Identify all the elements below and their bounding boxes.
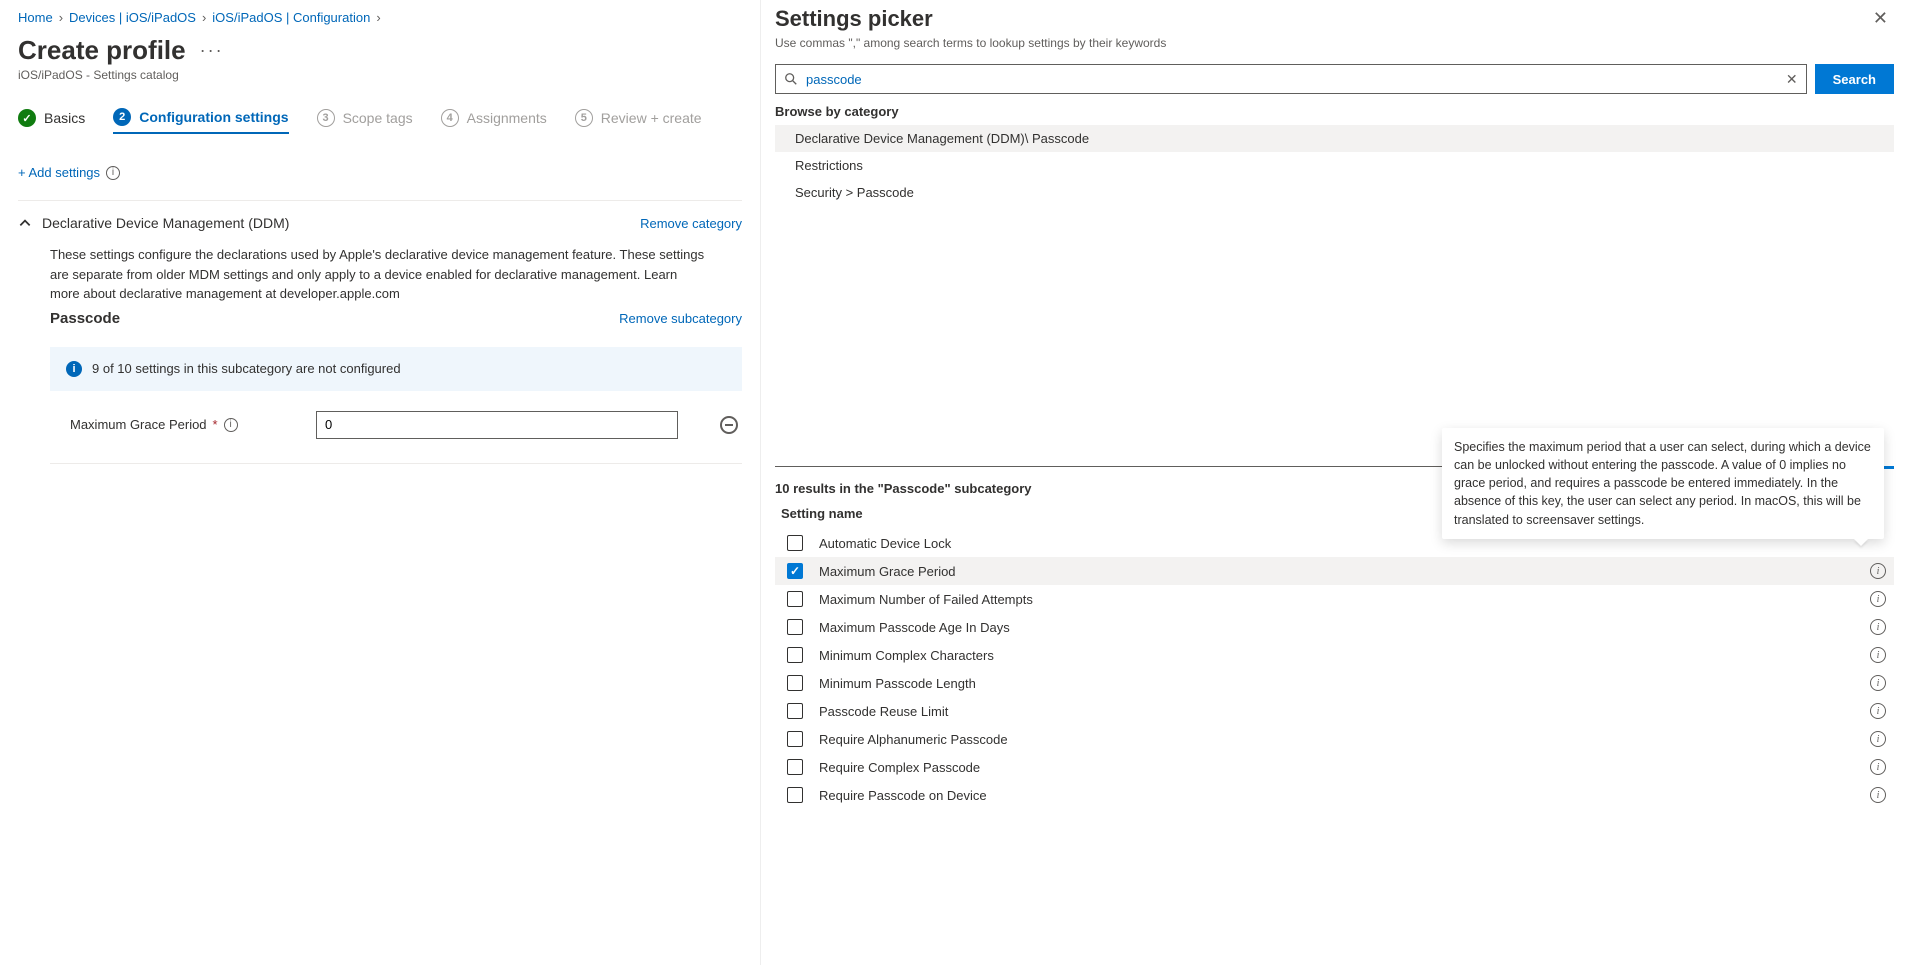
checkbox[interactable] <box>787 703 803 719</box>
result-row[interactable]: Minimum Passcode Length i <box>775 669 1894 697</box>
result-row[interactable]: Require Complex Passcode i <box>775 753 1894 781</box>
search-button[interactable]: Search <box>1815 64 1894 94</box>
add-settings-link[interactable]: + Add settings <box>18 165 100 180</box>
remove-category-link[interactable]: Remove category <box>640 216 742 231</box>
step-basics[interactable]: ✓ Basics <box>18 108 85 134</box>
banner-text: 9 of 10 settings in this subcategory are… <box>92 361 401 376</box>
chevron-up-icon[interactable] <box>18 216 32 230</box>
info-icon[interactable]: i <box>1870 591 1886 607</box>
remove-subcategory-link[interactable]: Remove subcategory <box>619 311 742 326</box>
setting-label: Maximum Grace Period <box>70 417 207 432</box>
checkbox[interactable] <box>787 591 803 607</box>
remove-setting-icon[interactable] <box>720 416 738 434</box>
result-label: Maximum Grace Period <box>819 564 956 579</box>
panel-subtitle: Use commas "," among search terms to loo… <box>775 36 1166 50</box>
breadcrumb-devices[interactable]: Devices | iOS/iPadOS <box>69 10 196 25</box>
checkbox[interactable] <box>787 619 803 635</box>
step-badge: 4 <box>441 109 459 127</box>
result-label: Require Complex Passcode <box>819 760 980 775</box>
more-actions-button[interactable]: ··· <box>200 40 224 61</box>
category-item[interactable]: Declarative Device Management (DDM)\ Pas… <box>775 125 1894 152</box>
checkbox[interactable] <box>787 563 803 579</box>
info-icon[interactable]: i <box>1870 619 1886 635</box>
breadcrumb-home[interactable]: Home <box>18 10 53 25</box>
close-icon[interactable]: ✕ <box>1867 6 1894 31</box>
info-icon[interactable]: i <box>1870 731 1886 747</box>
info-icon[interactable]: i <box>106 166 120 180</box>
category-list: Declarative Device Management (DDM)\ Pas… <box>775 125 1894 206</box>
result-row[interactable]: Maximum Grace Period i <box>775 557 1894 585</box>
step-scope-tags[interactable]: 3 Scope tags <box>317 108 413 134</box>
step-label: Basics <box>44 110 85 126</box>
checkbox[interactable] <box>787 535 803 551</box>
step-review-create[interactable]: 5 Review + create <box>575 108 702 134</box>
subcategory-title: Passcode <box>50 310 120 327</box>
info-icon[interactable]: i <box>1870 703 1886 719</box>
chevron-right-icon: › <box>59 10 63 25</box>
tooltip: Specifies the maximum period that a user… <box>1442 428 1884 539</box>
info-icon[interactable]: i <box>1870 563 1886 579</box>
step-configuration-settings[interactable]: 2 Configuration settings <box>113 108 288 134</box>
result-label: Maximum Passcode Age In Days <box>819 620 1010 635</box>
step-label: Review + create <box>601 110 702 126</box>
search-icon <box>784 72 798 86</box>
result-row[interactable]: Minimum Complex Characters i <box>775 641 1894 669</box>
result-label: Minimum Complex Characters <box>819 648 994 663</box>
step-assignments[interactable]: 4 Assignments <box>441 108 547 134</box>
chevron-right-icon: › <box>202 10 206 25</box>
divider <box>50 463 742 464</box>
info-icon[interactable]: i <box>224 418 238 432</box>
info-icon[interactable]: i <box>1870 759 1886 775</box>
result-label: Require Passcode on Device <box>819 788 987 803</box>
info-icon[interactable]: i <box>1870 787 1886 803</box>
category-title: Declarative Device Management (DDM) <box>42 215 289 231</box>
result-label: Minimum Passcode Length <box>819 676 976 691</box>
breadcrumb: Home › Devices | iOS/iPadOS › iOS/iPadOS… <box>18 6 742 35</box>
result-label: Passcode Reuse Limit <box>819 704 948 719</box>
result-label: Maximum Number of Failed Attempts <box>819 592 1033 607</box>
wizard-steps: ✓ Basics 2 Configuration settings 3 Scope tag… <box>18 108 742 137</box>
step-badge: 5 <box>575 109 593 127</box>
checkbox[interactable] <box>787 731 803 747</box>
step-badge: 2 <box>113 108 131 126</box>
page-title: Create profile <box>18 35 186 66</box>
step-label: Assignments <box>467 110 547 126</box>
result-row[interactable]: Maximum Number of Failed Attempts i <box>775 585 1894 613</box>
clear-search-icon[interactable]: ✕ <box>1786 71 1798 88</box>
panel-title: Settings picker <box>775 6 1166 32</box>
checkbox[interactable] <box>787 787 803 803</box>
result-row[interactable]: Require Alphanumeric Passcode i <box>775 725 1894 753</box>
page-subtitle: iOS/iPadOS - Settings catalog <box>18 68 742 82</box>
breadcrumb-config[interactable]: iOS/iPadOS | Configuration <box>212 10 370 25</box>
info-icon[interactable]: i <box>1870 675 1886 691</box>
results-list: Automatic Device Lock Maximum Grace Perio… <box>775 529 1894 809</box>
required-asterisk: * <box>213 417 218 432</box>
search-box[interactable]: ✕ <box>775 64 1807 94</box>
result-row[interactable]: Require Passcode on Device i <box>775 781 1894 809</box>
info-icon: i <box>66 361 82 377</box>
category-description: These settings configure the declaration… <box>50 245 710 304</box>
result-row[interactable]: Passcode Reuse Limit i <box>775 697 1894 725</box>
max-grace-period-input[interactable] <box>316 411 678 439</box>
info-banner: i 9 of 10 settings in this subcategory a… <box>50 347 742 391</box>
checkbox[interactable] <box>787 675 803 691</box>
step-label: Configuration settings <box>139 109 288 125</box>
result-label: Require Alphanumeric Passcode <box>819 732 1008 747</box>
category-item[interactable]: Security > Passcode <box>775 179 1894 206</box>
category-item[interactable]: Restrictions <box>775 152 1894 179</box>
info-icon[interactable]: i <box>1870 647 1886 663</box>
step-label: Scope tags <box>343 110 413 126</box>
result-row[interactable]: Maximum Passcode Age In Days i <box>775 613 1894 641</box>
step-badge: ✓ <box>18 109 36 127</box>
checkbox[interactable] <box>787 759 803 775</box>
step-badge: 3 <box>317 109 335 127</box>
divider <box>18 200 742 201</box>
result-label: Automatic Device Lock <box>819 536 951 551</box>
checkbox[interactable] <box>787 647 803 663</box>
search-input[interactable] <box>806 72 1778 87</box>
chevron-right-icon: › <box>376 10 380 25</box>
browse-label: Browse by category <box>775 104 1894 119</box>
